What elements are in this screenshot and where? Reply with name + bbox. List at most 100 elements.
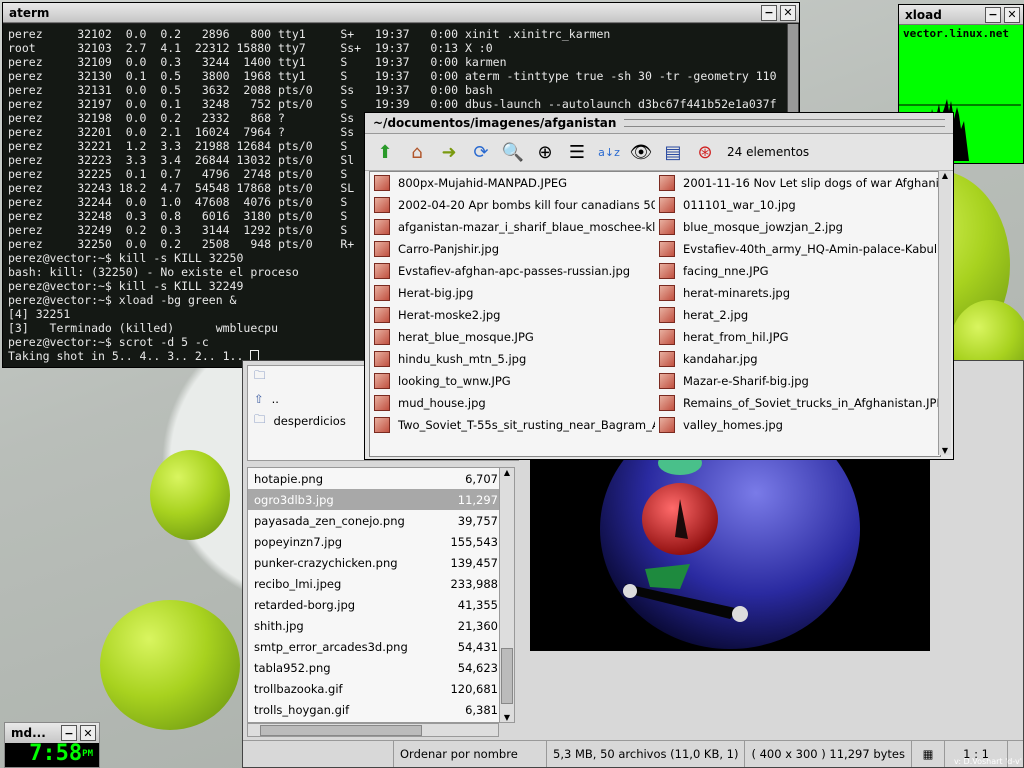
file-item[interactable]: 800px-Mujahid-MANPAD.JPEG: [370, 172, 655, 194]
file-row[interactable]: smtp_error_arcades3d.png 54,431: [248, 636, 504, 657]
titlebar-grip[interactable]: [624, 119, 945, 127]
file-item[interactable]: facing_nne.JPG: [655, 260, 940, 282]
file-size: 21,360: [457, 618, 498, 633]
file-item[interactable]: Two_Soviet_T-55s_sit_rusting_near_Bagram…: [370, 414, 655, 436]
file-name: ogro3dlb3.jpg: [254, 492, 334, 507]
details-view-icon[interactable]: ☰: [565, 140, 589, 164]
image-file-icon: [659, 285, 675, 301]
image-file-icon: [659, 219, 675, 235]
image-file-icon: [659, 241, 675, 257]
file-item[interactable]: Herat-moske2.jpg: [370, 304, 655, 326]
path-bar: ~/documentos/imagenes/afganistan: [365, 113, 953, 134]
file-list-scrollbar[interactable]: ▲ ▼: [499, 467, 515, 723]
file-row[interactable]: retarded-borg.jpg 41,355: [248, 594, 504, 615]
file-row[interactable]: payasada_zen_conejo.png 39,757: [248, 510, 504, 531]
file-item[interactable]: herat-minarets.jpg: [655, 282, 940, 304]
file-item[interactable]: hindu_kush_mtn_5.jpg: [370, 348, 655, 370]
file-name: 2001-11-16 Nov Let slip dogs of war Afgh…: [683, 176, 940, 190]
sort-icon[interactable]: a↓z: [597, 140, 621, 164]
minimize-button[interactable]: −: [761, 4, 777, 21]
file-item[interactable]: kandahar.jpg: [655, 348, 940, 370]
file-item[interactable]: blue_mosque_jowzjan_2.jpg: [655, 216, 940, 238]
file-item[interactable]: Remains_of_Soviet_trucks_in_Afghanistan.…: [655, 392, 940, 414]
scrollbar-thumb[interactable]: [501, 648, 513, 704]
refresh-icon[interactable]: ⟳: [469, 140, 493, 164]
close-button[interactable]: ✕: [780, 4, 796, 21]
close-button[interactable]: ✕: [80, 725, 96, 741]
file-name: mud_house.jpg: [398, 396, 486, 410]
home-icon[interactable]: ⌂: [405, 140, 429, 164]
file-column-left: 800px-Mujahid-MANPAD.JPEG 2002-04-20 Apr …: [370, 172, 655, 436]
help-icon[interactable]: ⊛: [693, 140, 717, 164]
file-item[interactable]: Evstafiev-40th_army_HQ-Amin-palace-Kabul…: [655, 238, 940, 260]
file-row[interactable]: trolls_hoygan.gif 6,381: [248, 699, 504, 720]
file-item[interactable]: mud_house.jpg: [370, 392, 655, 414]
window-title: md...: [11, 726, 46, 740]
image-preview[interactable]: [530, 459, 930, 651]
aterm-titlebar[interactable]: aterm − ✕: [3, 3, 799, 23]
file-item[interactable]: 2001-11-16 Nov Let slip dogs of war Afgh…: [655, 172, 940, 194]
file-row[interactable]: trollbazooka.gif 120,681: [248, 678, 504, 699]
file-name: kandahar.jpg: [683, 352, 758, 366]
file-row[interactable]: ogro3dlb3.jpg 11,297: [248, 489, 504, 510]
zoom-fit-icon[interactable]: ⊕: [533, 140, 557, 164]
file-name: looking_to_wnw.JPG: [398, 374, 511, 388]
scroll-up-arrow-icon[interactable]: ▲: [500, 468, 514, 477]
file-manager-window[interactable]: ~/documentos/imagenes/afganistan ⬆ ⌂ ➜ ⟳…: [364, 112, 954, 460]
xload-titlebar[interactable]: xload − ✕: [899, 5, 1023, 25]
file-name: valley_homes.jpg: [683, 418, 783, 432]
file-item[interactable]: 2002-04-20 Apr bombs kill four canadians…: [370, 194, 655, 216]
sort-mode[interactable]: Ordenar por nombre: [393, 741, 547, 767]
zoom-in-icon[interactable]: 🔍: [501, 140, 525, 164]
file-name: popeyinzn7.jpg: [254, 534, 343, 549]
file-name: shith.jpg: [254, 618, 304, 633]
file-item[interactable]: herat_from_hil.JPG: [655, 326, 940, 348]
minimize-button[interactable]: −: [985, 6, 1001, 23]
file-name: trollbazooka.gif: [254, 681, 343, 696]
file-name: 800px-Mujahid-MANPAD.JPEG: [398, 176, 568, 190]
file-row[interactable]: punker-crazychicken.png 139,457: [248, 552, 504, 573]
file-item[interactable]: Carro-Panjshir.jpg: [370, 238, 655, 260]
file-row[interactable]: tabla952.png 54,623: [248, 657, 504, 678]
file-name: Two_Soviet_T-55s_sit_rusting_near_Bagram…: [398, 418, 655, 432]
file-name: hotapie.png: [254, 471, 323, 486]
scroll-down-arrow-icon[interactable]: ▼: [500, 713, 514, 722]
file-size: 120,681: [450, 681, 498, 696]
file-item[interactable]: 011101_war_10.jpg: [655, 194, 940, 216]
file-item[interactable]: herat_blue_mosque.JPG: [370, 326, 655, 348]
clock-titlebar[interactable]: md... − ✕: [5, 723, 99, 743]
file-list-hscrollbar[interactable]: [247, 723, 499, 737]
scroll-up-arrow-icon[interactable]: ▲: [939, 171, 951, 180]
image-file-icon: [374, 175, 390, 191]
scroll-down-arrow-icon[interactable]: ▼: [939, 446, 951, 455]
file-item[interactable]: afganistan-mazar_i_sharif_blaue_moschee-…: [370, 216, 655, 238]
file-size: 139,457: [450, 555, 498, 570]
file-name: payasada_zen_conejo.png: [254, 513, 405, 528]
file-grid-scrollbar[interactable]: ▲ ▼: [938, 171, 951, 455]
file-item[interactable]: valley_homes.jpg: [655, 414, 940, 436]
file-size: 11,297: [457, 492, 498, 507]
clock-dockapp[interactable]: md... − ✕ 7:58PM: [4, 722, 100, 768]
current-path: ~/documentos/imagenes/afganistan: [373, 116, 617, 130]
eye-icon[interactable]: 👁: [629, 140, 653, 164]
up-arrow-icon[interactable]: ⬆: [373, 140, 397, 164]
list-view-icon[interactable]: ▤: [661, 140, 685, 164]
tree-label: desperdicios: [273, 414, 346, 428]
file-row[interactable]: hotapie.png 6,707: [248, 468, 504, 489]
file-item[interactable]: Herat-big.jpg: [370, 282, 655, 304]
file-grid[interactable]: 800px-Mujahid-MANPAD.JPEG 2002-04-20 Apr …: [369, 171, 941, 457]
file-item[interactable]: Evstafiev-afghan-apc-passes-russian.jpg: [370, 260, 655, 282]
image-file-icon: [659, 373, 675, 389]
file-list[interactable]: hotapie.png 6,707 ogro3dlb3.jpg 11,297 payas…: [247, 467, 505, 723]
close-button[interactable]: ✕: [1004, 6, 1020, 23]
file-row[interactable]: recibo_lmi.jpeg 233,988: [248, 573, 504, 594]
file-row[interactable]: shith.jpg 21,360: [248, 615, 504, 636]
file-item[interactable]: looking_to_wnw.JPG: [370, 370, 655, 392]
minimize-button[interactable]: −: [61, 725, 77, 741]
go-icon[interactable]: ➜: [437, 140, 461, 164]
scrollbar-thumb[interactable]: [260, 725, 422, 736]
file-row[interactable]: popeyinzn7.jpg 155,543: [248, 531, 504, 552]
file-size: 6,381: [465, 702, 498, 717]
file-item[interactable]: herat_2.jpg: [655, 304, 940, 326]
file-item[interactable]: Mazar-e-Sharif-big.jpg: [655, 370, 940, 392]
